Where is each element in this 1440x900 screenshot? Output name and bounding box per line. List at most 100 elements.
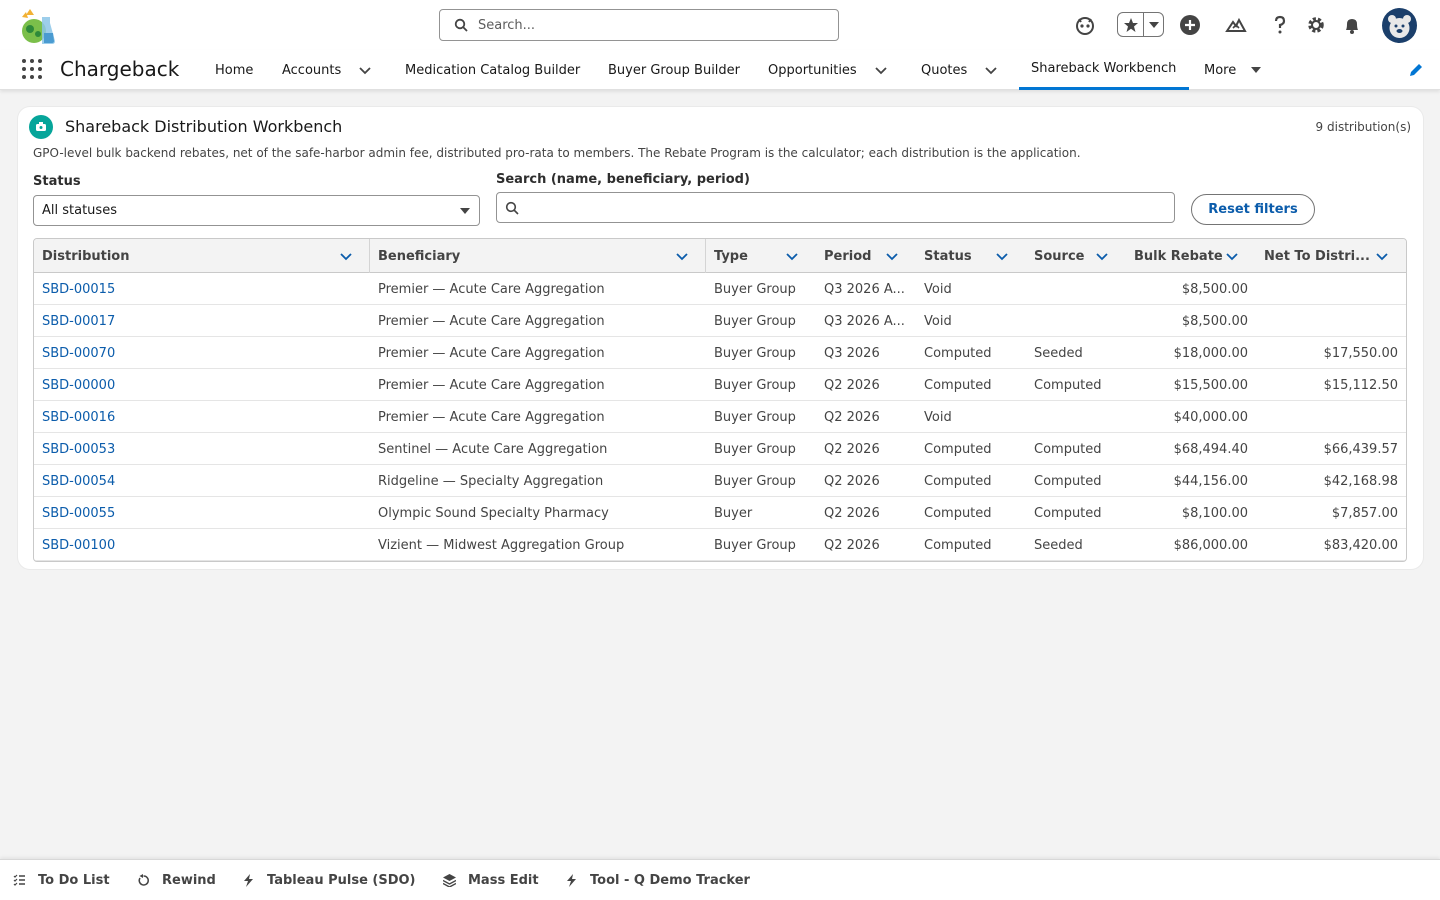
distribution-count: 9 distribution(s) (1315, 120, 1411, 134)
bolt-icon (567, 874, 576, 887)
favorites-group[interactable] (1117, 12, 1164, 37)
chevron-down-icon[interactable] (357, 62, 373, 78)
nav-item-buyer-group-builder[interactable]: Buyer Group Builder (608, 50, 740, 90)
cell-distribution[interactable]: SBD-00054 (42, 465, 362, 497)
cell-bulk-rebate: $15,500.00 (1173, 377, 1248, 393)
table-row: SBD-00016 Premier — Acute Care Aggregatio… (34, 401, 1406, 433)
column-header-type[interactable]: Type (706, 239, 748, 273)
einstein-icon[interactable] (1073, 13, 1097, 37)
cell-beneficiary: Premier — Acute Care Aggregation (378, 281, 605, 297)
chevron-down-icon[interactable] (983, 62, 999, 78)
nav-item-shareback-workbench[interactable]: Shareback Workbench (1019, 50, 1189, 90)
org-logo[interactable] (16, 7, 56, 45)
chevron-down-icon[interactable] (785, 249, 799, 263)
cell-source: Computed (1034, 473, 1102, 489)
chevron-down-icon[interactable] (675, 249, 689, 263)
column-header-period[interactable]: Period (816, 239, 871, 273)
bolt-icon (244, 874, 253, 887)
layers-icon (443, 874, 456, 887)
setup-gear-icon[interactable] (1304, 13, 1328, 37)
utility-to-do-list[interactable]: To Do List (13, 860, 110, 900)
utility-mass-edit[interactable]: Mass Edit (443, 860, 539, 900)
chevron-down-icon[interactable] (873, 62, 889, 78)
cell-status: Void (924, 313, 952, 329)
global-search-input[interactable]: Search... (439, 9, 839, 41)
cell-distribution[interactable]: SBD-00016 (42, 401, 362, 433)
add-icon[interactable] (1178, 13, 1202, 37)
cell-status: Computed (924, 537, 992, 553)
cell-distribution[interactable]: SBD-00000 (42, 369, 362, 401)
column-header-beneficiary[interactable]: Beneficiary (370, 239, 460, 273)
cell-distribution[interactable]: SBD-00100 (42, 529, 362, 561)
column-header-net-to-distribute[interactable]: Net To Distri... (1256, 239, 1370, 273)
cell-distribution[interactable]: SBD-00070 (42, 337, 362, 369)
cell-type: Buyer Group (714, 441, 796, 457)
cell-beneficiary: Premier — Acute Care Aggregation (378, 409, 605, 425)
caret-down-icon[interactable] (1248, 62, 1264, 78)
cell-type: Buyer Group (714, 345, 796, 361)
utility-q-demo-tracker[interactable]: Tool - Q Demo Tracker (565, 860, 750, 900)
cell-period: Q3 2026 (824, 345, 880, 361)
utility-tableau-pulse[interactable]: Tableau Pulse (SDO) (242, 860, 416, 900)
chevron-down-icon[interactable] (1375, 249, 1389, 263)
cell-status: Computed (924, 377, 992, 393)
cell-source (1034, 273, 1124, 305)
column-header-status[interactable]: Status (916, 239, 972, 273)
reset-filters-button[interactable]: Reset filters (1191, 194, 1315, 225)
cell-type: Buyer Group (714, 313, 796, 329)
cell-type: Buyer Group (714, 281, 796, 297)
nav-item-accounts[interactable]: Accounts (282, 50, 341, 90)
avatar[interactable] (1382, 8, 1417, 43)
cell-beneficiary: Premier — Acute Care Aggregation (378, 313, 605, 329)
cell-period: Q2 2026 (824, 409, 880, 425)
chevron-down-icon[interactable] (885, 249, 899, 263)
chevron-down-icon[interactable] (1225, 249, 1239, 263)
chevron-down-icon[interactable] (1095, 249, 1109, 263)
chevron-down-icon[interactable] (995, 249, 1009, 263)
app-navigation-bar: Chargeback Home Accounts Medication Cata… (0, 50, 1440, 90)
nav-item-quotes[interactable]: Quotes (921, 50, 967, 90)
column-header-source[interactable]: Source (1026, 239, 1084, 273)
cell-beneficiary: Olympic Sound Specialty Pharmacy (378, 505, 609, 521)
cell-period: Q2 2026 (824, 505, 880, 521)
cell-bulk-rebate: $8,100.00 (1181, 505, 1248, 521)
nav-item-home[interactable]: Home (215, 50, 253, 90)
cell-bulk-rebate: $44,156.00 (1173, 473, 1248, 489)
nav-item-medication-catalog-builder[interactable]: Medication Catalog Builder (405, 50, 580, 90)
cell-net-to-distribute: $7,857.00 (1331, 505, 1398, 521)
chevron-down-icon[interactable] (339, 249, 353, 263)
status-filter-label: Status (33, 174, 81, 189)
cell-distribution[interactable]: SBD-00015 (42, 273, 362, 305)
distribution-search-input[interactable] (496, 192, 1175, 223)
cell-distribution[interactable]: SBD-00053 (42, 433, 362, 465)
utility-rewind[interactable]: Rewind (137, 860, 216, 900)
cell-distribution[interactable]: SBD-00055 (42, 497, 362, 529)
column-header-bulk-rebate[interactable]: Bulk Rebate (1126, 239, 1223, 273)
favorites-star-icon[interactable] (1118, 13, 1144, 36)
cell-status: Computed (924, 441, 992, 457)
cell-source (1034, 305, 1124, 337)
card-header-icon (29, 115, 53, 139)
column-header-distribution[interactable]: Distribution (34, 239, 129, 273)
card-description: GPO-level bulk backend rebates, net of t… (33, 146, 1081, 160)
cell-status: Void (924, 281, 952, 297)
cell-beneficiary: Sentinel — Acute Care Aggregation (378, 441, 608, 457)
help-icon[interactable] (1268, 13, 1292, 37)
notifications-bell-icon[interactable] (1340, 13, 1364, 37)
status-filter-select[interactable]: All statuses (33, 195, 480, 226)
app-launcher-icon[interactable] (22, 59, 42, 79)
cell-beneficiary: Premier — Acute Care Aggregation (378, 377, 605, 393)
cell-net-to-distribute (1256, 401, 1398, 433)
cell-source: Computed (1034, 441, 1102, 457)
cell-bulk-rebate: $68,494.40 (1173, 441, 1248, 457)
cell-period: Q2 2026 (824, 441, 880, 457)
cell-period: Q3 2026 A... (824, 281, 905, 297)
nav-item-opportunities[interactable]: Opportunities (768, 50, 857, 90)
nav-item-more[interactable]: More (1204, 50, 1236, 90)
search-filter-label: Search (name, beneficiary, period) (496, 172, 750, 187)
edit-nav-pencil-icon[interactable] (1408, 62, 1424, 78)
favorites-dropdown-icon[interactable] (1144, 21, 1163, 28)
cell-source: Seeded (1034, 537, 1083, 553)
trailhead-icon[interactable] (1224, 13, 1248, 37)
cell-distribution[interactable]: SBD-00017 (42, 305, 362, 337)
